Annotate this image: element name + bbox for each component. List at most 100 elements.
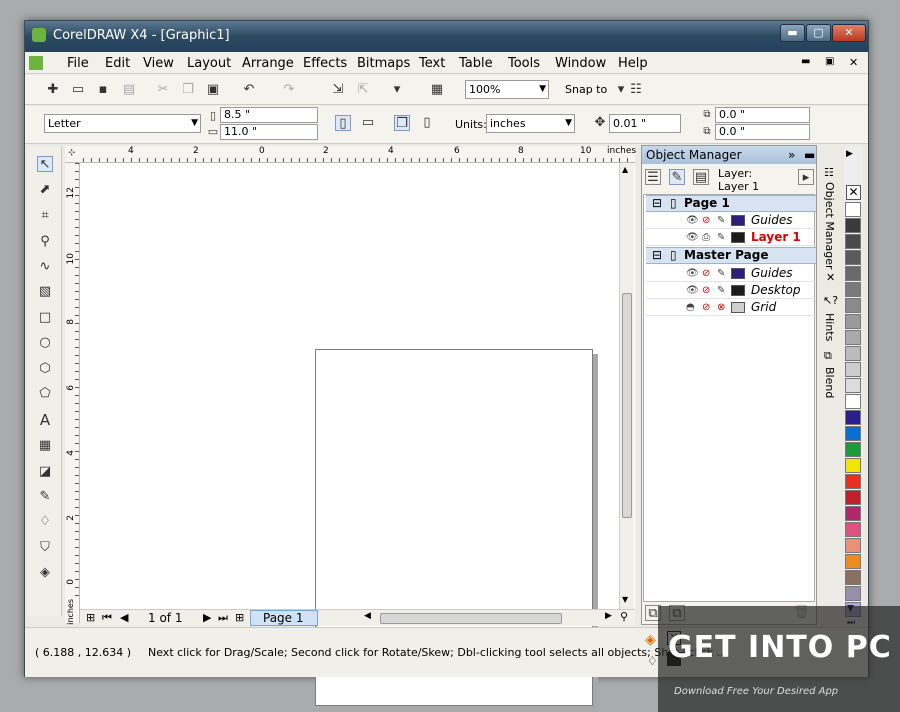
doc-icon[interactable] (29, 56, 43, 70)
freehand-tool-icon[interactable]: ∿ (37, 259, 53, 275)
palette-swatch[interactable] (845, 330, 861, 345)
options-icon[interactable]: ☷ (628, 82, 644, 98)
collapse-icon[interactable]: ⊟ (652, 248, 662, 263)
doc-restore-icon[interactable]: ▣ (825, 56, 834, 67)
edit-disabled-icon[interactable]: ⊗ (717, 299, 725, 316)
print-disabled-icon[interactable]: ⊘ (702, 282, 710, 299)
palette-swatch[interactable] (845, 266, 861, 281)
palette-scroll-up-icon[interactable]: ▶ (846, 149, 853, 159)
doc-min-icon[interactable]: ▬ (801, 56, 810, 67)
palette-swatch[interactable] (845, 250, 861, 265)
docker-expand-icon[interactable]: » (788, 146, 795, 164)
print-disabled-icon[interactable]: ⊘ (702, 299, 710, 316)
edit-icon[interactable]: ✎ (717, 229, 725, 246)
ruler-origin-icon[interactable]: ⊹ (68, 148, 76, 158)
menu-arrange[interactable]: Arrange (242, 56, 294, 71)
pick-tool-icon[interactable]: ↖ (37, 156, 53, 172)
palette-swatch[interactable] (845, 346, 861, 361)
palette-swatch[interactable] (845, 442, 861, 457)
layer-row[interactable]: 👁 ⊘ ✎ Guides (646, 212, 816, 229)
edit-across-layers-icon[interactable]: ✎ (669, 169, 685, 185)
scroll-right-icon[interactable]: ▶ (605, 611, 612, 621)
close-tab-icon[interactable]: ✕ (826, 271, 835, 284)
layer-row[interactable]: 👁 ⊘ ✎ Desktop (646, 282, 816, 299)
vertical-scrollbar[interactable]: ▲ ▼ (619, 163, 634, 610)
menu-file[interactable]: File (67, 56, 89, 71)
snap-to-dropdown[interactable]: Snap to (565, 83, 607, 96)
layer-row[interactable]: ◓ ⊘ ⊗ Grid (646, 299, 816, 316)
shape-tool-icon[interactable]: ⬈ (37, 182, 53, 198)
vertical-scroll-thumb[interactable] (622, 293, 632, 518)
tree-group[interactable]: ⊟ ▯ Page 1 (646, 195, 816, 212)
zoom-tool-icon[interactable]: ⚲ (37, 234, 53, 250)
palette-swatch[interactable] (845, 506, 861, 521)
palette-swatch[interactable] (845, 538, 861, 553)
menu-effects[interactable]: Effects (303, 56, 347, 71)
drawing-canvas[interactable] (80, 163, 635, 706)
fill-indicator-icon[interactable]: ◈ (645, 632, 656, 648)
menu-edit[interactable]: Edit (105, 56, 130, 71)
print-disabled-icon[interactable]: ⊘ (702, 212, 710, 229)
basic-shapes-tool-icon[interactable]: ⬠ (37, 386, 53, 402)
layer-manager-view-icon[interactable]: ▤ (693, 169, 709, 185)
horizontal-scroll-thumb[interactable] (380, 613, 562, 624)
edit-icon[interactable]: ✎ (717, 282, 725, 299)
text-tool-icon[interactable]: A (37, 412, 53, 428)
landscape-icon[interactable]: ▭ (360, 115, 376, 131)
palette-swatch[interactable] (845, 554, 861, 569)
units-select[interactable]: inches ▼ (486, 114, 575, 133)
palette-swatch[interactable] (845, 586, 861, 601)
visible-icon[interactable]: 👁 (686, 265, 699, 282)
last-page-icon[interactable]: ⏭ (218, 611, 228, 625)
menu-layout[interactable]: Layout (187, 56, 231, 71)
paper-width-field[interactable]: 8.5 " (220, 107, 318, 123)
nudge-field[interactable]: 0.01 " (609, 114, 681, 133)
menu-bitmaps[interactable]: Bitmaps (357, 56, 410, 71)
palette-swatch[interactable] (845, 458, 861, 473)
palette-swatch[interactable] (845, 522, 861, 537)
current-page-icon[interactable]: ▯ (419, 115, 435, 131)
palette-swatch[interactable] (845, 218, 861, 233)
close-button[interactable]: ✕ (832, 24, 866, 42)
palette-swatch[interactable] (845, 490, 861, 505)
print-disabled-icon[interactable]: ⊘ (702, 265, 710, 282)
portrait-icon[interactable]: ▯ (335, 115, 351, 131)
add-page-icon[interactable]: ⊞ (86, 611, 95, 624)
doc-close-icon[interactable]: ✕ (849, 56, 858, 69)
print-icon[interactable]: ▤ (121, 82, 137, 98)
crop-tool-icon[interactable]: ⌗ (37, 208, 53, 224)
fill-tool-icon[interactable]: ⛉ (37, 540, 53, 556)
rectangle-tool-icon[interactable]: □ (37, 310, 53, 326)
menu-tools[interactable]: Tools (508, 56, 540, 71)
no-color-swatch[interactable]: ✕ (846, 185, 861, 200)
docker-min-icon[interactable]: ▬ (804, 146, 815, 164)
undo-icon[interactable]: ↶ (241, 82, 257, 98)
page-tab[interactable]: Page 1 (250, 610, 318, 626)
paper-type-select[interactable]: Letter ▼ (44, 114, 201, 133)
table-tool-icon[interactable]: ▦ (37, 438, 53, 454)
new-icon[interactable]: ✚ (45, 82, 61, 98)
scroll-up-icon[interactable]: ▲ (622, 165, 628, 174)
eyedropper-tool-icon[interactable]: ✎ (37, 489, 53, 505)
copy-icon[interactable]: ❐ (180, 82, 196, 98)
docker-menu-arrow-icon[interactable]: ▸ (798, 169, 814, 185)
vertical-ruler[interactable]: 12 10 8 6 4 2 0 inches (65, 163, 80, 625)
layer-row[interactable]: 👁 ⊘ ✎ Guides (646, 265, 816, 282)
application-launcher-icon[interactable]: ▾ (389, 82, 405, 98)
scroll-down-icon[interactable]: ▼ (622, 595, 628, 604)
duplicate-x-field[interactable]: 0.0 " (715, 107, 810, 123)
save-icon[interactable]: ▪ (95, 82, 111, 98)
layer-row[interactable]: 👁 ⎙ ✎ Layer 1 (646, 229, 816, 246)
export-icon[interactable]: ⇱ (355, 82, 371, 98)
polygon-tool-icon[interactable]: ⬡ (37, 361, 53, 377)
visible-icon[interactable]: 👁 (686, 229, 699, 246)
visible-icon[interactable]: 👁 (686, 282, 699, 299)
paste-icon[interactable]: ▣ (205, 82, 221, 98)
show-object-properties-icon[interactable]: ☰ (645, 169, 661, 185)
interactive-fill-tool-icon[interactable]: ◈ (37, 565, 53, 581)
palette-swatch[interactable] (845, 394, 861, 409)
palette-swatch[interactable] (845, 314, 861, 329)
next-page-icon[interactable]: ▶ (203, 611, 211, 624)
outline-indicator-icon[interactable]: ♢ (647, 654, 658, 668)
tab-object-manager[interactable]: Object Manager (823, 182, 836, 270)
